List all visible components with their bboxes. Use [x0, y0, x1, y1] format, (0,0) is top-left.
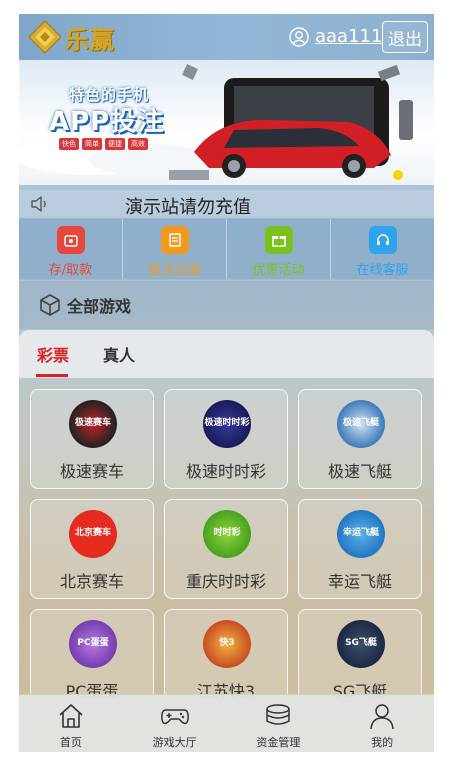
- notice-text: 演示站请勿充值: [125, 197, 251, 218]
- carousel-indicator[interactable]: [393, 170, 403, 180]
- app-screen: 乐赢 aaa111 退出 特色的手机 APP投注 快色 简单 便捷 高效 演示站…: [19, 14, 434, 752]
- logout-button[interactable]: 退出: [382, 21, 428, 53]
- quick-menu: 存/取款 投注记录 优惠活动 在线客服: [19, 218, 434, 280]
- nav-label: 我的: [371, 736, 394, 749]
- game-logo-icon: 极速时时彩: [203, 400, 251, 448]
- game-logo-icon: 时时彩: [203, 510, 251, 558]
- tab-lottery[interactable]: 彩票: [37, 342, 69, 366]
- game-name: 极速飞艇: [327, 462, 392, 481]
- quick-label: 投注记录: [148, 263, 201, 278]
- promo-banner[interactable]: 特色的手机 APP投注 快色 简单 便捷 高效: [19, 60, 434, 185]
- game-logo-icon: 极速飞艇: [337, 400, 385, 448]
- quick-customer-service[interactable]: 在线客服: [331, 219, 434, 279]
- nav-label: 资金管理: [256, 736, 301, 749]
- all-games-section: 全部游戏: [19, 281, 434, 329]
- bottom-navigation: 首页 游戏大厅 资金管理 我的: [19, 694, 434, 752]
- tab-live[interactable]: 真人: [103, 342, 135, 366]
- game-name: 极速赛车: [59, 462, 124, 481]
- game-logo-icon: 极速赛车: [69, 400, 117, 448]
- username-link[interactable]: aaa111: [315, 26, 382, 47]
- nav-label: 游戏大厅: [152, 736, 197, 749]
- game-logo-icon: SG飞艇: [337, 620, 385, 668]
- wallet-icon: [56, 226, 85, 254]
- game-logo-icon: 快3: [203, 620, 251, 668]
- nav-label: 首页: [59, 736, 82, 749]
- quick-bet-records[interactable]: 投注记录: [123, 219, 227, 279]
- game-logo-text: 极速时时彩: [204, 418, 250, 429]
- user-icon: [289, 26, 309, 47]
- notice-bar: 演示站请勿充值: [19, 190, 434, 218]
- diamond-logo-icon: [28, 20, 62, 54]
- logo-text: 乐赢: [65, 24, 115, 54]
- game-logo-text: 幸运飞艇: [342, 528, 379, 539]
- quick-deposit-withdraw[interactable]: 存/取款: [19, 219, 123, 279]
- headset-icon: [368, 226, 397, 254]
- game-card[interactable]: 北京赛车 北京赛车: [30, 499, 154, 599]
- game-logo-text: 北京赛车: [74, 528, 111, 539]
- banner-tag: 快色: [59, 138, 79, 150]
- gift-icon: [264, 226, 293, 254]
- game-logo-text: 快3: [219, 638, 235, 649]
- game-name: 重庆时时彩: [185, 572, 266, 591]
- user-icon: [370, 704, 394, 730]
- speaker-icon: [31, 196, 46, 212]
- game-logo-icon: 北京赛车: [69, 510, 117, 558]
- document-icon: [160, 226, 189, 254]
- cube-icon: [40, 294, 60, 316]
- game-card[interactable]: 极速时时彩 极速时时彩: [164, 389, 288, 489]
- nav-home[interactable]: 首页: [19, 695, 123, 752]
- banner-tag: 便捷: [105, 138, 125, 150]
- game-card[interactable]: 极速赛车 极速赛车: [30, 389, 154, 489]
- gamepad-icon: [160, 709, 189, 725]
- home-icon: [59, 704, 83, 728]
- banner-tag: 高效: [128, 138, 148, 150]
- game-name: 极速时时彩: [185, 462, 266, 481]
- game-logo-icon: PC蛋蛋: [69, 620, 117, 668]
- game-name: 幸运飞艇: [327, 572, 392, 591]
- game-name: 北京赛车: [59, 572, 124, 591]
- game-card[interactable]: 极速飞艇 极速飞艇: [298, 389, 422, 489]
- game-logo-text: SG飞艇: [345, 638, 377, 649]
- game-logo-text: 极速飞艇: [342, 418, 379, 429]
- game-logo-text: PC蛋蛋: [77, 638, 109, 649]
- logo[interactable]: 乐赢: [27, 18, 127, 56]
- game-tabs: 彩票 真人: [19, 330, 434, 378]
- banner-tag: 简单: [82, 138, 102, 150]
- coins-icon: [266, 704, 291, 725]
- user-info[interactable]: aaa111: [289, 26, 382, 47]
- banner-title-line2: APP投注: [49, 107, 165, 137]
- game-card[interactable]: 时时彩 重庆时时彩: [164, 499, 288, 599]
- top-header: 乐赢 aaa111 退出: [19, 14, 434, 60]
- game-logo-icon: 幸运飞艇: [337, 510, 385, 558]
- nav-mine[interactable]: 我的: [330, 695, 434, 752]
- game-logo-text: 时时彩: [213, 528, 241, 539]
- game-logo-text: 极速赛车: [74, 418, 111, 429]
- active-tab-indicator: [36, 374, 68, 377]
- nav-fund-management[interactable]: 资金管理: [227, 695, 331, 752]
- quick-label: 存/取款: [48, 263, 93, 278]
- section-title: 全部游戏: [67, 297, 132, 316]
- quick-promotions[interactable]: 优惠活动: [227, 219, 331, 279]
- game-card[interactable]: 幸运飞艇 幸运飞艇: [298, 499, 422, 599]
- quick-label: 优惠活动: [252, 263, 305, 278]
- quick-label: 在线客服: [356, 263, 409, 278]
- nav-game-lobby[interactable]: 游戏大厅: [123, 695, 227, 752]
- banner-tags: 快色 简单 便捷 高效: [59, 138, 148, 150]
